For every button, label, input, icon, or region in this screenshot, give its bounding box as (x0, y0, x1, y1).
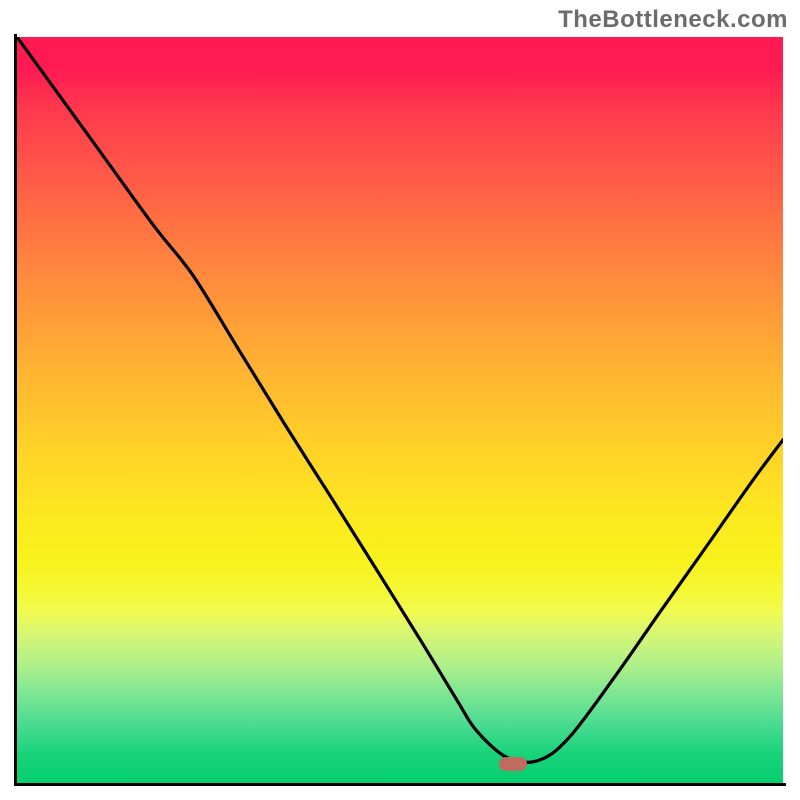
curve-svg (17, 37, 783, 783)
x-axis (14, 783, 786, 786)
bottleneck-curve (17, 37, 783, 762)
chart-container: TheBottleneck.com (0, 0, 800, 800)
plot-area (17, 37, 783, 783)
y-axis (14, 34, 17, 786)
watermark-label: TheBottleneck.com (558, 6, 788, 34)
optimal-marker (499, 757, 527, 771)
